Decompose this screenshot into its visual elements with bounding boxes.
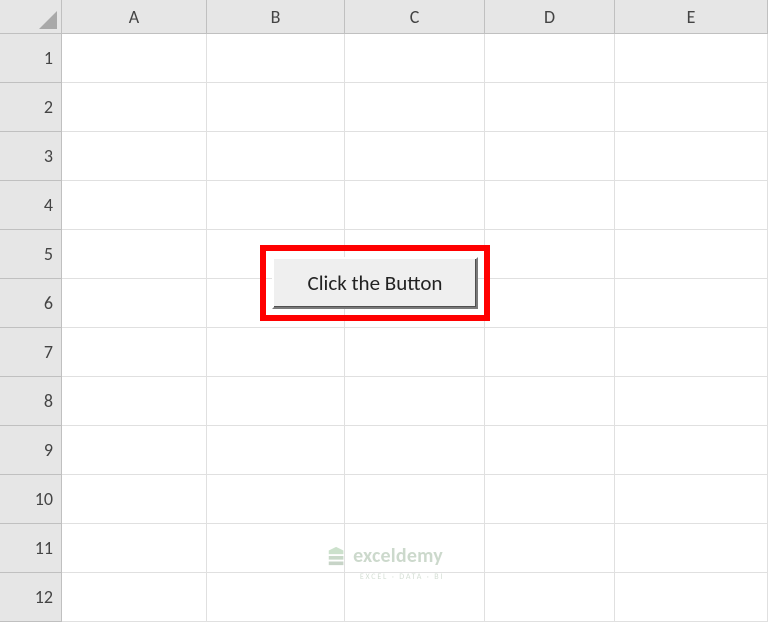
- row-header-7[interactable]: 7: [0, 328, 62, 377]
- cell[interactable]: [207, 83, 345, 132]
- cell[interactable]: [62, 524, 207, 573]
- cell[interactable]: [485, 279, 615, 328]
- cell[interactable]: [615, 377, 768, 426]
- cell[interactable]: [62, 377, 207, 426]
- cell[interactable]: [345, 181, 485, 230]
- cell[interactable]: [207, 426, 345, 475]
- cell[interactable]: [207, 181, 345, 230]
- row-header-11[interactable]: 11: [0, 524, 62, 573]
- row-header-5[interactable]: 5: [0, 230, 62, 279]
- select-all-cell[interactable]: [0, 0, 62, 34]
- cell[interactable]: [485, 328, 615, 377]
- column-header-c[interactable]: C: [345, 0, 485, 34]
- table-row: [62, 475, 768, 524]
- cell[interactable]: [62, 475, 207, 524]
- spreadsheet-grid: ABCDE 123456789101112 Click the Button e…: [0, 0, 768, 622]
- table-row: [62, 181, 768, 230]
- cell[interactable]: [615, 230, 768, 279]
- cell[interactable]: [485, 230, 615, 279]
- cell[interactable]: [485, 524, 615, 573]
- table-row: [62, 328, 768, 377]
- cell[interactable]: [615, 181, 768, 230]
- cell[interactable]: [62, 181, 207, 230]
- watermark-subtext: EXCEL · DATA · BI: [360, 572, 444, 582]
- cell[interactable]: [345, 475, 485, 524]
- cell[interactable]: [345, 377, 485, 426]
- cell[interactable]: [345, 426, 485, 475]
- cell[interactable]: [615, 328, 768, 377]
- cell[interactable]: [485, 83, 615, 132]
- cell[interactable]: [485, 181, 615, 230]
- cell[interactable]: [485, 573, 615, 622]
- cell[interactable]: [485, 34, 615, 83]
- row-header-6[interactable]: 6: [0, 279, 62, 328]
- click-the-button[interactable]: Click the Button: [272, 257, 478, 309]
- cell[interactable]: [485, 132, 615, 181]
- watermark-icon: [325, 545, 347, 567]
- cell[interactable]: [62, 83, 207, 132]
- watermark-text: exceldemy: [353, 544, 443, 568]
- row-header-1[interactable]: 1: [0, 34, 62, 83]
- cell[interactable]: [207, 377, 345, 426]
- cell[interactable]: [345, 83, 485, 132]
- row-header-8[interactable]: 8: [0, 377, 62, 426]
- cell[interactable]: [62, 279, 207, 328]
- row-headers: 123456789101112: [0, 34, 62, 622]
- column-header-e[interactable]: E: [615, 0, 768, 34]
- row-header-9[interactable]: 9: [0, 426, 62, 475]
- cell[interactable]: [62, 230, 207, 279]
- column-header-b[interactable]: B: [207, 0, 345, 34]
- cell[interactable]: [207, 328, 345, 377]
- cell[interactable]: [485, 377, 615, 426]
- cell[interactable]: [615, 573, 768, 622]
- table-row: [62, 377, 768, 426]
- cell[interactable]: [345, 132, 485, 181]
- cell[interactable]: [62, 34, 207, 83]
- row-header-2[interactable]: 2: [0, 83, 62, 132]
- cell[interactable]: [485, 426, 615, 475]
- cell[interactable]: [615, 279, 768, 328]
- button-highlight: Click the Button: [260, 245, 490, 321]
- cell[interactable]: [615, 426, 768, 475]
- cell[interactable]: [207, 573, 345, 622]
- row-header-12[interactable]: 12: [0, 573, 62, 622]
- watermark: exceldemy: [325, 544, 443, 568]
- button-label: Click the Button: [308, 270, 443, 296]
- cell[interactable]: [62, 328, 207, 377]
- column-header-a[interactable]: A: [62, 0, 207, 34]
- column-header-d[interactable]: D: [485, 0, 615, 34]
- table-row: [62, 132, 768, 181]
- row-header-3[interactable]: 3: [0, 132, 62, 181]
- cell[interactable]: [615, 524, 768, 573]
- cell[interactable]: [62, 132, 207, 181]
- cell[interactable]: [345, 328, 485, 377]
- cell[interactable]: [615, 132, 768, 181]
- cell[interactable]: [62, 573, 207, 622]
- cells-area[interactable]: [62, 34, 768, 622]
- cell[interactable]: [207, 34, 345, 83]
- cell[interactable]: [207, 475, 345, 524]
- table-row: [62, 34, 768, 83]
- column-headers: ABCDE: [62, 0, 768, 34]
- cell[interactable]: [615, 83, 768, 132]
- row-header-10[interactable]: 10: [0, 475, 62, 524]
- cell[interactable]: [207, 132, 345, 181]
- cell[interactable]: [615, 475, 768, 524]
- table-row: [62, 83, 768, 132]
- cell[interactable]: [615, 34, 768, 83]
- table-row: [62, 426, 768, 475]
- row-header-4[interactable]: 4: [0, 181, 62, 230]
- cell[interactable]: [62, 426, 207, 475]
- cell[interactable]: [485, 475, 615, 524]
- cell[interactable]: [345, 34, 485, 83]
